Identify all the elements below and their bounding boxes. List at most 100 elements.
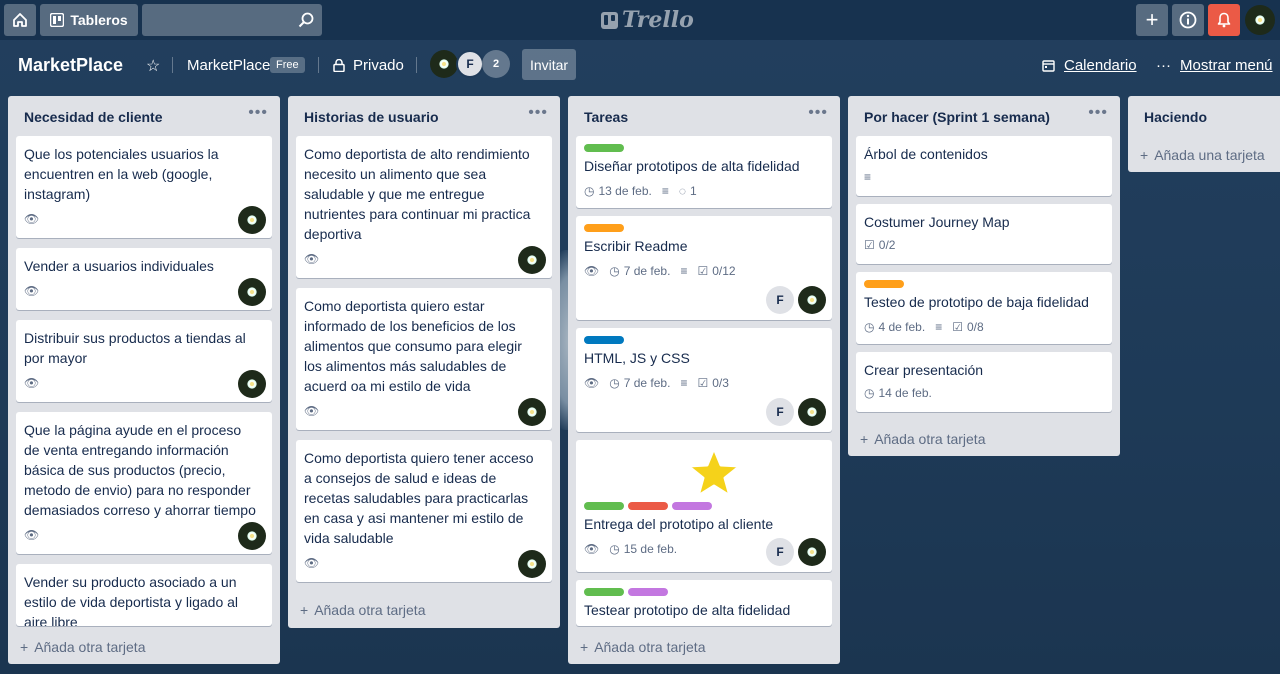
card-badges: 👁 ◷ 7 de feb. ≡ ☑ 0/12	[584, 264, 736, 278]
eye-icon: 👁	[584, 264, 600, 278]
member-count: 2	[492, 58, 500, 70]
due-date-badge: ◷ 13 de feb.	[584, 184, 652, 198]
card-member-avatar[interactable]	[798, 398, 826, 426]
checklist-icon: ☑	[697, 264, 709, 278]
member-count-badge[interactable]: 2	[482, 50, 510, 78]
avatar-image	[807, 407, 817, 417]
card-member-avatar[interactable]	[238, 206, 266, 234]
home-icon	[13, 13, 27, 27]
star-icon[interactable]: ☆	[146, 56, 160, 76]
card-badges: 👁	[304, 556, 319, 570]
card-member-avatar-f[interactable]: F	[766, 398, 794, 426]
list-card[interactable]: Costumer Journey Map ☑ 0/2	[856, 204, 1112, 264]
notifications-button[interactable]	[1208, 4, 1240, 36]
list-card[interactable]: Vender su producto asociado a un estilo …	[16, 564, 272, 626]
avatar-image	[247, 215, 257, 225]
card-title: Testear prototipo de alta fidelidad	[584, 602, 791, 618]
list-card[interactable]: Como deportista quiero tener acceso a co…	[296, 440, 552, 582]
card-member-avatar[interactable]	[518, 246, 546, 274]
list-card[interactable]: Testear prototipo de alta fidelidad	[576, 580, 832, 626]
star-sticker-icon	[686, 446, 742, 498]
card-member-avatar[interactable]	[518, 398, 546, 426]
add-card-button[interactable]: + Añada otra tarjeta	[20, 639, 145, 655]
member-avatar-f[interactable]: F	[456, 50, 484, 78]
team-name[interactable]: MarketPlace	[187, 57, 270, 74]
search-input[interactable]	[142, 4, 322, 36]
list-card[interactable]: Como deportista de alto rendimiento nece…	[296, 136, 552, 278]
checklist-badge: ☑ 0/2	[864, 238, 895, 252]
member-initial: F	[776, 293, 784, 307]
list-title[interactable]: Por hacer (Sprint 1 semana)	[864, 109, 1050, 125]
list-card[interactable]: Testeo de prototipo de baja fidelidad ◷ 4…	[856, 272, 1112, 344]
card-badges: ☑ 0/2	[864, 238, 895, 252]
trello-logo[interactable]: Trello	[601, 7, 694, 33]
card-member-avatar-f[interactable]: F	[766, 538, 794, 566]
avatar-image	[439, 59, 449, 69]
show-menu-button[interactable]: ··· Mostrar menú	[1156, 57, 1273, 74]
list-card[interactable]: Entrega del prototipo al cliente 👁 ◷ 15 d…	[576, 440, 832, 572]
list-menu-icon[interactable]: •••	[248, 104, 268, 122]
list-title[interactable]: Historias de usuario	[304, 109, 439, 125]
list-menu-icon[interactable]: •••	[528, 104, 548, 122]
avatar-image	[527, 559, 537, 569]
invite-button[interactable]: Invitar	[522, 49, 576, 80]
avatar-image	[807, 547, 817, 557]
add-card-button[interactable]: + Añada una tarjeta	[1140, 147, 1265, 163]
create-button[interactable]: +	[1136, 4, 1168, 36]
calendar-button[interactable]: Calendario	[1042, 57, 1137, 74]
plus-icon: +	[860, 431, 869, 447]
add-card-button[interactable]: + Añada otra tarjeta	[860, 431, 985, 447]
card-member-avatar[interactable]	[238, 522, 266, 550]
list-card[interactable]: Crear presentación ◷ 14 de feb.	[856, 352, 1112, 412]
list-card[interactable]: Como deportista quiero estar informado d…	[296, 288, 552, 430]
board-title[interactable]: MarketPlace	[18, 55, 123, 76]
list-header[interactable]: Historias de usuario •••	[288, 96, 560, 136]
card-badges: 👁 ◷ 7 de feb. ≡ ☑ 0/3	[584, 376, 729, 390]
calendar-icon	[1042, 60, 1055, 72]
list-title[interactable]: Necesidad de cliente	[24, 109, 163, 125]
list-title[interactable]: Haciendo	[1144, 109, 1207, 125]
list-card[interactable]: Escribir Readme 👁 ◷ 7 de feb. ≡ ☑ 0/12 F	[576, 216, 832, 320]
list-title[interactable]: Tareas	[584, 109, 628, 125]
clock-icon: ◷	[864, 320, 875, 334]
user-avatar[interactable]	[1245, 5, 1275, 35]
orange-label	[584, 224, 624, 232]
card-title: Vender a usuarios individuales	[24, 258, 214, 274]
card-member-avatar[interactable]	[238, 278, 266, 306]
list-header[interactable]: Haciendo	[1128, 96, 1280, 136]
card-member-avatar[interactable]	[798, 286, 826, 314]
checklist-icon: ☑	[952, 320, 963, 334]
list-card[interactable]: Diseñar prototipos de alta fidelidad ◷ 13…	[576, 136, 832, 208]
trello-logo-icon	[601, 11, 618, 29]
card-badges: ◷ 14 de feb.	[864, 386, 932, 400]
list-header[interactable]: Tareas •••	[568, 96, 840, 136]
visibility-button[interactable]: Privado	[333, 57, 404, 74]
list-menu-icon[interactable]: •••	[808, 104, 828, 122]
list-card[interactable]: Distribuir sus productos a tiendas al po…	[16, 320, 272, 402]
card-member-avatar-f[interactable]: F	[766, 286, 794, 314]
info-button[interactable]	[1172, 4, 1204, 36]
card-member-avatar[interactable]	[238, 370, 266, 398]
add-card-button[interactable]: + Añada otra tarjeta	[300, 602, 425, 618]
home-button[interactable]	[4, 4, 36, 36]
list-header[interactable]: Por hacer (Sprint 1 semana) •••	[848, 96, 1120, 136]
add-card-label: Añada otra tarjeta	[34, 639, 146, 655]
card-member-avatar[interactable]	[518, 550, 546, 578]
description-icon: ≡	[864, 170, 872, 184]
list-card[interactable]: Árbol de contenidos ≡	[856, 136, 1112, 196]
list-card[interactable]: HTML, JS y CSS 👁 ◷ 7 de feb. ≡ ☑ 0/3 F	[576, 328, 832, 432]
boards-button[interactable]: Tableros	[40, 4, 138, 36]
purple-label	[628, 588, 668, 596]
due-date-badge: ◷ 7 de feb.	[609, 376, 670, 390]
list-card[interactable]: Que los potenciales usuarios la encuentr…	[16, 136, 272, 238]
green-label	[584, 144, 624, 152]
card-member-avatar[interactable]	[798, 538, 826, 566]
list-menu-icon[interactable]: •••	[1088, 104, 1108, 122]
list-header[interactable]: Necesidad de cliente •••	[8, 96, 280, 136]
list-card[interactable]: Vender a usuarios individuales 👁	[16, 248, 272, 310]
list-card[interactable]: Que la página ayude en el proceso de ven…	[16, 412, 272, 554]
member-avatar[interactable]	[430, 50, 458, 78]
card-title: HTML, JS y CSS	[584, 350, 690, 366]
divider	[172, 57, 173, 73]
add-card-button[interactable]: + Añada otra tarjeta	[580, 639, 705, 655]
